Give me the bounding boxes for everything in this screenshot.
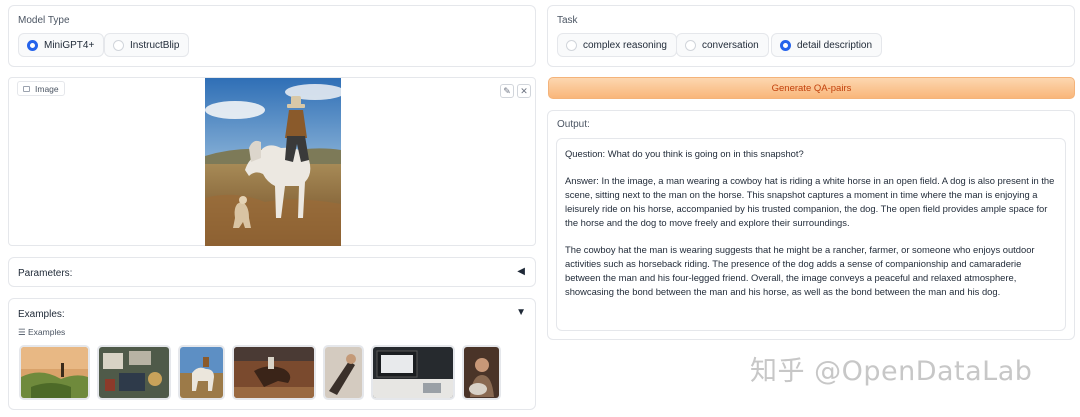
examples-label: Examples: [18, 309, 65, 320]
generate-qa-pairs-button[interactable]: Generate QA-pairs [548, 77, 1075, 99]
example-thumbnail[interactable] [323, 345, 364, 400]
example-thumbnail[interactable] [19, 345, 90, 400]
pencil-icon[interactable]: ✎ [500, 84, 514, 98]
uploaded-image [205, 78, 341, 246]
radio-unselected-icon [566, 39, 577, 51]
radio-selected-icon [27, 39, 38, 51]
task-panel: Task complex reasoning conversation deta… [547, 5, 1075, 67]
output-question: Question: What do you think is going on … [565, 148, 804, 159]
radio-unselected-icon [685, 39, 696, 51]
output-label: Output: [557, 119, 590, 130]
model-type-panel: Model Type MiniGPT4+ InstructBlip [8, 5, 536, 67]
example-image [373, 347, 453, 398]
radio-selected-icon [780, 39, 791, 51]
parameters-label: Parameters: [18, 268, 73, 279]
radio-label: conversation [702, 39, 759, 51]
radio-label: InstructBlip [130, 39, 180, 51]
radio-conversation[interactable]: conversation [676, 33, 769, 57]
close-icon[interactable]: ✕ [517, 84, 531, 98]
task-label: Task [557, 15, 578, 26]
example-thumbnail[interactable] [232, 345, 316, 400]
output-textarea[interactable]: Question: What do you think is going on … [556, 138, 1066, 331]
example-thumbnail[interactable] [371, 345, 455, 400]
example-thumbnail[interactable] [462, 345, 501, 400]
radio-instructblip[interactable]: InstructBlip [104, 33, 190, 57]
collapse-arrow-icon[interactable]: ◀ [517, 266, 525, 277]
expand-arrow-icon[interactable]: ▼ [516, 307, 526, 318]
radio-label: complex reasoning [583, 39, 667, 51]
image-panel: Image ✎ ✕ [8, 77, 536, 246]
example-image [234, 347, 314, 398]
radio-detail-description[interactable]: detail description [771, 33, 883, 57]
image-label-tag: Image [17, 81, 65, 96]
radio-minigpt4[interactable]: MiniGPT4+ [18, 33, 105, 57]
watermark-text: 知乎 @OpenDataLab [750, 356, 1033, 387]
example-image [180, 347, 223, 398]
radio-label: MiniGPT4+ [44, 39, 95, 51]
example-image [21, 347, 88, 398]
model-type-label: Model Type [18, 15, 70, 26]
example-thumbnail[interactable] [178, 345, 225, 400]
list-icon: ☰ [18, 327, 28, 337]
image-label: Image [35, 83, 59, 94]
example-thumbnail[interactable] [97, 345, 171, 400]
parameters-accordion[interactable]: Parameters: ◀ [8, 257, 536, 287]
radio-complex-reasoning[interactable]: complex reasoning [557, 33, 677, 57]
radio-unselected-icon [113, 39, 124, 51]
image-icon [23, 85, 30, 92]
example-image [99, 347, 169, 398]
output-answer-paragraph: The cowboy hat the man is wearing sugges… [565, 244, 1035, 297]
radio-label: detail description [797, 39, 873, 51]
output-answer-paragraph: Answer: In the image, a man wearing a co… [565, 175, 1055, 228]
example-image [325, 347, 362, 398]
example-image [464, 347, 499, 398]
examples-sub-label: ☰ Examples [18, 327, 66, 337]
